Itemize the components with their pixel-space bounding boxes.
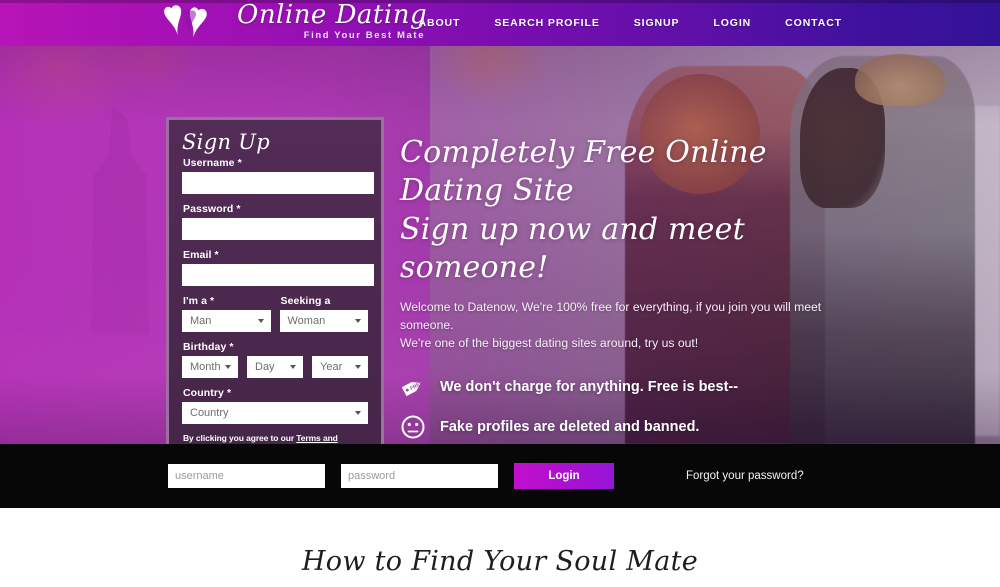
hero-headline-line1: Completely Free Online Dating Site: [400, 135, 767, 209]
birthday-day-select[interactable]: Day: [247, 356, 303, 378]
hero-feature-list: FREE We don't charge for anything. Free …: [400, 374, 870, 444]
terms-notice: By clicking you agree to our Terms and C…: [183, 433, 368, 444]
hero-subtext-line2: We're one of the biggest dating sites ar…: [400, 336, 699, 351]
country-label: Country *: [183, 387, 232, 399]
feature-text: Fake profiles are deleted and banned.: [440, 419, 700, 436]
seeking-select-value: Woman: [287, 315, 326, 327]
main-nav: ABOUT SEARCH PROFILE SIGNUP LOGIN CONTAC…: [419, 0, 842, 46]
terms-prefix: By clicking you agree to our: [183, 433, 297, 443]
ima-label: I'm a *: [183, 295, 215, 307]
feature-text: We don't charge for anything. Free is be…: [440, 379, 739, 396]
password-label: Password *: [183, 203, 241, 215]
feature-item: Fake profiles are deleted and banned.: [400, 414, 870, 440]
hero-section: Sign Up Username * Password * Email * I'…: [0, 46, 1000, 444]
birthday-month-select[interactable]: Month: [182, 356, 238, 378]
hero-copy: Completely Free Online Dating Site Sign …: [400, 134, 870, 444]
birthday-label: Birthday *: [183, 341, 234, 353]
hero-headline: Completely Free Online Dating Site Sign …: [400, 134, 870, 288]
how-to-section-heading: How to Find Your Soul Mate: [301, 546, 699, 577]
forgot-password-link[interactable]: Forgot your password?: [686, 470, 804, 482]
email-input[interactable]: [182, 264, 374, 286]
signup-form: Sign Up Username * Password * Email * I'…: [166, 117, 384, 444]
ima-select[interactable]: Man: [182, 310, 271, 332]
neutral-face-icon: [400, 414, 426, 440]
seeking-select[interactable]: Woman: [279, 310, 368, 332]
country-select[interactable]: Country: [182, 402, 368, 424]
two-hearts-icon: [163, 1, 233, 41]
price-tag-free-icon: FREE: [400, 374, 426, 400]
login-username-input[interactable]: [168, 464, 325, 488]
email-label: Email *: [183, 249, 219, 261]
how-to-section: How to Find Your Soul Mate: [0, 508, 1000, 587]
chevron-down-icon: [225, 365, 231, 369]
nav-item-search-profile[interactable]: SEARCH PROFILE: [494, 17, 599, 29]
birthday-year-select[interactable]: Year: [312, 356, 368, 378]
login-password-input[interactable]: [341, 464, 498, 488]
hero-headline-line2: Sign up now and meet someone!: [400, 211, 745, 286]
chevron-down-icon: [355, 319, 361, 323]
logo-title: Online Dating: [237, 0, 428, 30]
quick-login-bar: Login Forgot your password?: [0, 444, 1000, 508]
birthday-day-value: Day: [255, 361, 275, 373]
nav-item-login[interactable]: LOGIN: [713, 17, 751, 29]
password-input[interactable]: [182, 218, 374, 240]
country-select-value: Country: [190, 407, 229, 419]
page-root: Online Dating Find Your Best Mate ABOUT …: [0, 0, 1000, 587]
hero-subtext-line1: Welcome to Datenow, We're 100% free for …: [400, 299, 822, 332]
username-label: Username *: [183, 157, 242, 169]
chevron-down-icon: [355, 365, 361, 369]
chevron-down-icon: [257, 319, 264, 323]
site-header: Online Dating Find Your Best Mate ABOUT …: [0, 0, 1000, 46]
ima-select-value: Man: [190, 315, 212, 327]
logo-tagline: Find Your Best Mate: [303, 29, 426, 41]
seeking-label: Seeking a: [280, 295, 331, 307]
hero-subtext: Welcome to Datenow, We're 100% free for …: [400, 298, 870, 353]
svg-text:FREE: FREE: [409, 381, 424, 393]
birthday-year-value: Year: [320, 361, 343, 373]
birthday-month-value: Month: [190, 361, 221, 373]
login-submit-button[interactable]: Login: [514, 463, 614, 489]
nav-item-contact[interactable]: CONTACT: [785, 17, 842, 29]
username-input[interactable]: [182, 172, 374, 194]
nav-item-about[interactable]: ABOUT: [419, 17, 461, 29]
nav-item-signup[interactable]: SIGNUP: [634, 17, 680, 29]
feature-item: FREE We don't charge for anything. Free …: [400, 374, 870, 400]
signup-form-title: Sign Up: [182, 130, 270, 154]
chevron-down-icon: [355, 411, 361, 415]
chevron-down-icon: [290, 365, 296, 369]
site-logo[interactable]: Online Dating Find Your Best Mate: [163, 1, 427, 41]
